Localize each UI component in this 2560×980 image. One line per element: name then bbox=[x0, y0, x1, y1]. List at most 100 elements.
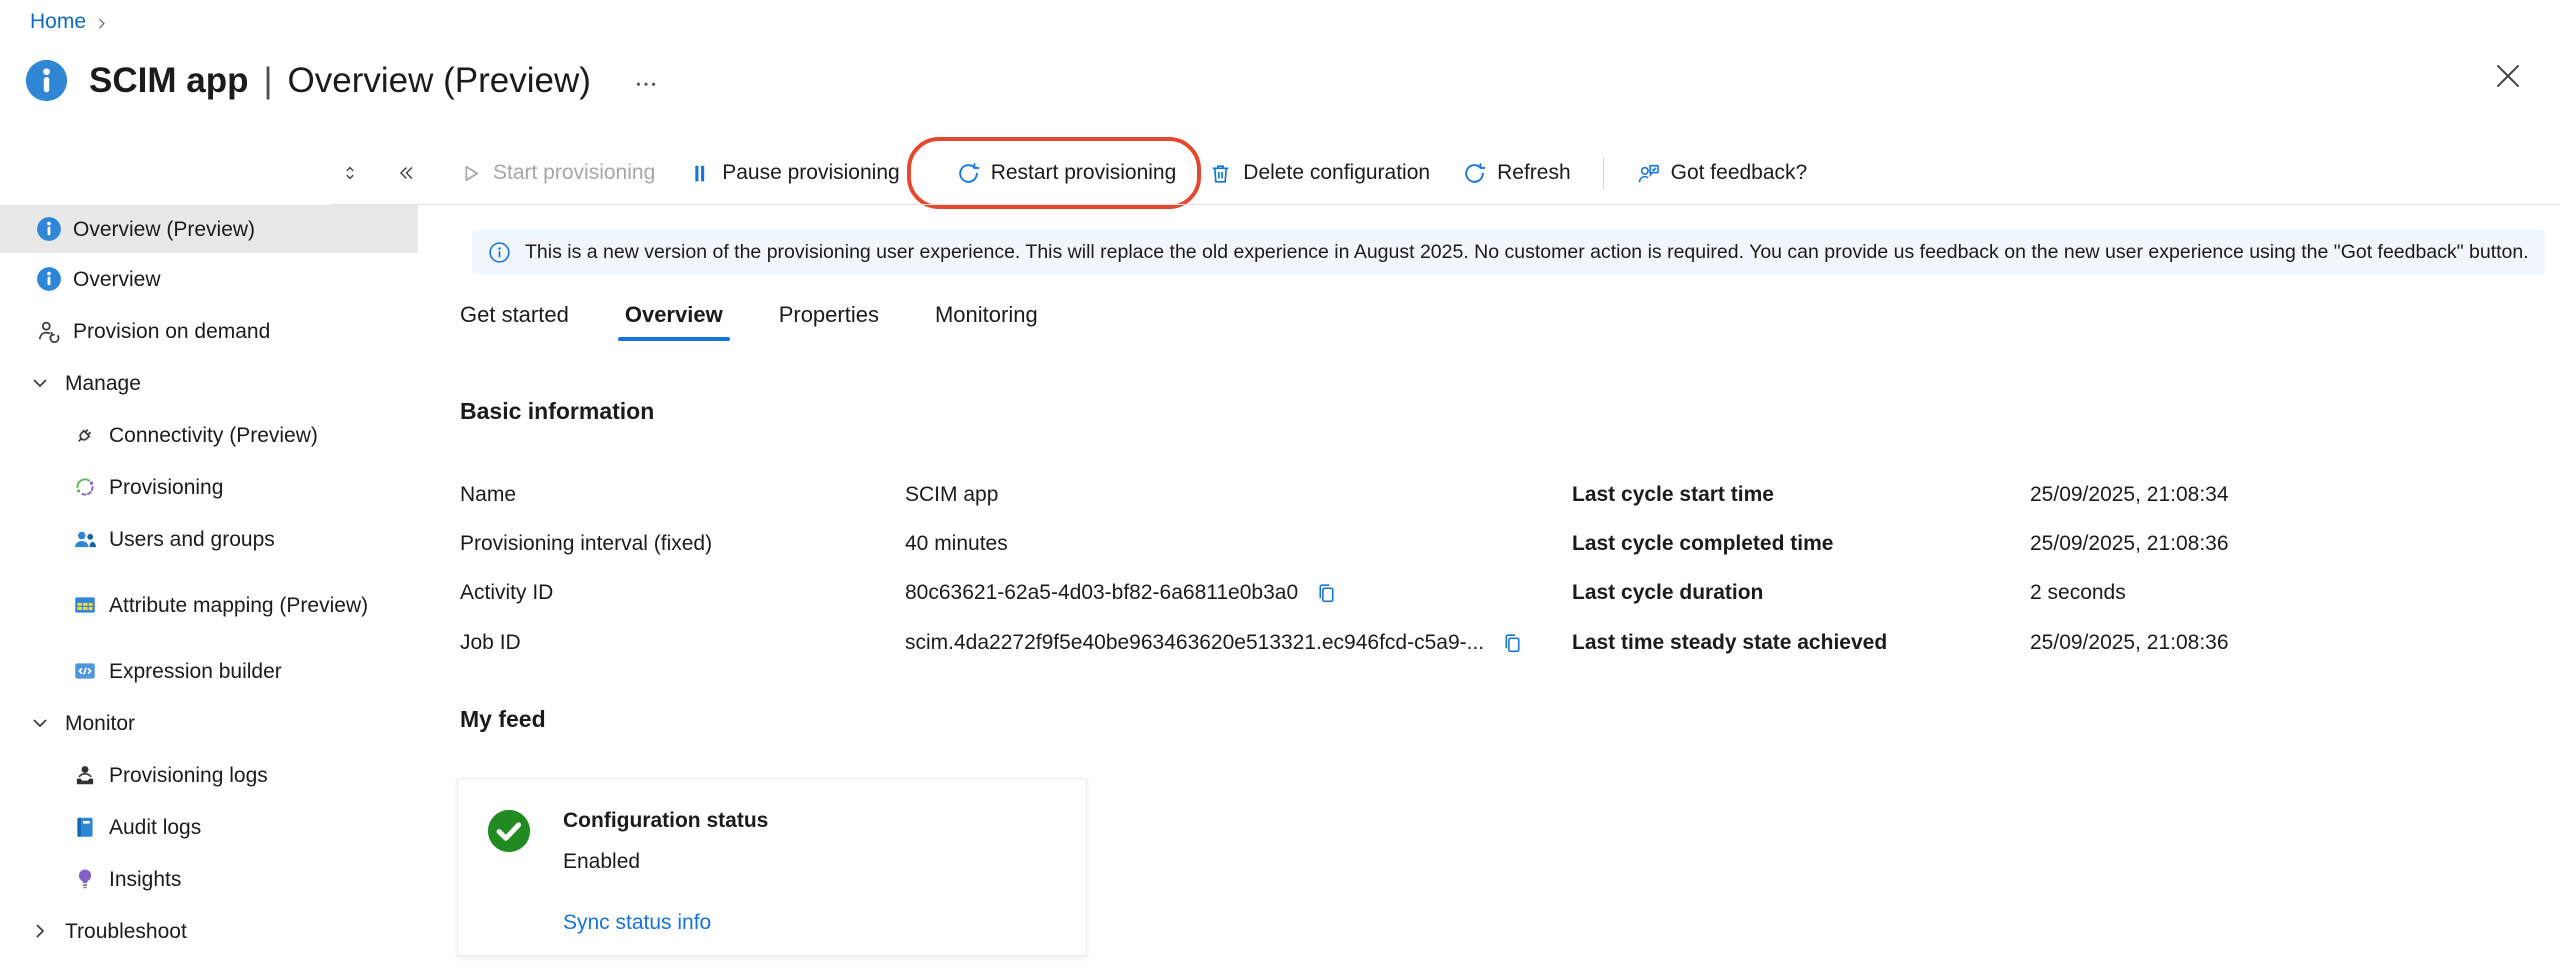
got-feedback-button[interactable]: Got feedback? bbox=[1620, 151, 1824, 195]
sidebar-item-label: Overview (Preview) bbox=[73, 216, 255, 243]
sidebar-item-provisioning-logs[interactable]: Provisioning logs bbox=[0, 749, 418, 801]
chevron-right-icon bbox=[28, 919, 52, 943]
resize-blade-button[interactable] bbox=[330, 153, 370, 193]
toolbar-divider bbox=[1603, 157, 1604, 189]
more-menu-button[interactable] bbox=[629, 64, 663, 98]
page-subtitle: Overview (Preview) bbox=[288, 61, 591, 101]
got-feedback-label: Got feedback? bbox=[1671, 161, 1808, 185]
info-icon bbox=[487, 240, 512, 265]
chevron-down-icon bbox=[28, 371, 52, 395]
title-divider: | bbox=[263, 61, 272, 101]
breadcrumb: Home bbox=[30, 10, 110, 34]
bulb-icon bbox=[72, 866, 98, 892]
sidebar-group-manage[interactable]: Manage bbox=[0, 357, 418, 409]
start-provisioning-label: Start provisioning bbox=[493, 161, 655, 185]
trash-icon bbox=[1208, 161, 1233, 186]
delete-configuration-label: Delete configuration bbox=[1243, 161, 1430, 185]
sidebar-item-label: Connectivity (Preview) bbox=[109, 422, 318, 449]
sidebar-group-label: Manage bbox=[65, 370, 141, 397]
refresh-button[interactable]: Refresh bbox=[1446, 151, 1587, 195]
pause-provisioning-button[interactable]: Pause provisioning bbox=[671, 151, 915, 195]
info-row: Last time steady state achieved 25/09/20… bbox=[1572, 628, 2229, 658]
info-label: Name bbox=[460, 483, 905, 507]
info-row: Last cycle start time 25/09/2025, 21:08:… bbox=[1572, 480, 2229, 510]
refresh-label: Refresh bbox=[1497, 161, 1571, 185]
sidebar-item-audit-logs[interactable]: Audit logs bbox=[0, 801, 418, 853]
double-chevron-left-icon bbox=[395, 162, 417, 184]
info-value: SCIM app bbox=[905, 483, 998, 507]
restart-provisioning-button[interactable]: Restart provisioning bbox=[940, 151, 1193, 195]
configuration-status-card[interactable]: Configuration status Enabled Sync status… bbox=[457, 778, 1087, 956]
sidebar-group-troubleshoot[interactable]: Troubleshoot bbox=[0, 905, 418, 957]
sidebar-item-label: Users and groups bbox=[109, 526, 275, 553]
sidebar-item-connectivity[interactable]: Connectivity (Preview) bbox=[0, 409, 418, 461]
delete-configuration-button[interactable]: Delete configuration bbox=[1192, 151, 1446, 195]
sidebar-item-label: Provisioning logs bbox=[109, 762, 268, 789]
provisioning-overview-page: Home SCIM app | Overview (Preview) bbox=[0, 0, 2560, 980]
sidebar-item-users-and-groups[interactable]: Users and groups bbox=[0, 513, 418, 565]
info-value: 25/09/2025, 21:08:34 bbox=[2030, 483, 2229, 507]
info-row: Name SCIM app bbox=[460, 480, 998, 510]
info-icon bbox=[36, 266, 62, 292]
command-bar: Start provisioning Pause provisioning Re… bbox=[330, 142, 1823, 204]
info-banner: This is a new version of the provisionin… bbox=[472, 230, 2545, 274]
tab-bar: Get started Overview Properties Monitori… bbox=[458, 296, 1040, 341]
collapse-menu-button[interactable] bbox=[386, 153, 426, 193]
sidebar-item-insights[interactable]: Insights bbox=[0, 853, 418, 905]
table-icon bbox=[72, 592, 98, 618]
my-feed-heading: My feed bbox=[460, 706, 546, 733]
breadcrumb-home-link[interactable]: Home bbox=[30, 10, 86, 34]
sidebar-group-label: Monitor bbox=[65, 710, 135, 737]
sidebar-item-overview[interactable]: Overview bbox=[0, 253, 418, 305]
sidebar-item-attribute-mapping[interactable]: Attribute mapping (Preview) bbox=[0, 565, 418, 645]
plug-icon bbox=[72, 422, 98, 448]
info-label: Activity ID bbox=[460, 581, 905, 605]
info-row: Job ID scim.4da2272f9f5e40be963463620e51… bbox=[460, 628, 1525, 658]
sidebar-item-label: Attribute mapping (Preview) bbox=[109, 592, 368, 619]
info-row: Last cycle completed time 25/09/2025, 21… bbox=[1572, 529, 2229, 559]
tab-get-started[interactable]: Get started bbox=[458, 296, 571, 341]
card-title: Configuration status bbox=[563, 809, 768, 833]
app-info-icon bbox=[24, 58, 69, 103]
info-label: Last time steady state achieved bbox=[1572, 631, 2030, 655]
success-check-icon bbox=[486, 808, 532, 854]
sidebar-item-provision-on-demand[interactable]: Provision on demand bbox=[0, 305, 418, 357]
sync-status-info-link[interactable]: Sync status info bbox=[563, 911, 711, 935]
info-label: Last cycle start time bbox=[1572, 483, 2030, 507]
sidebar-item-label: Insights bbox=[109, 866, 181, 893]
sidebar-item-provisioning[interactable]: Provisioning bbox=[0, 461, 418, 513]
info-row: Last cycle duration 2 seconds bbox=[1572, 578, 2126, 608]
info-icon bbox=[36, 216, 62, 242]
status-value: Enabled bbox=[563, 850, 640, 874]
pause-provisioning-label: Pause provisioning bbox=[722, 161, 899, 185]
info-value: 80c63621-62a5-4d03-bf82-6a6811e0b3a0 bbox=[905, 581, 1298, 605]
resize-icon bbox=[339, 162, 361, 184]
close-icon bbox=[2490, 58, 2526, 94]
close-blade-button[interactable] bbox=[2490, 58, 2526, 94]
tab-properties[interactable]: Properties bbox=[777, 296, 881, 341]
sidebar-item-overview-preview[interactable]: Overview (Preview) bbox=[0, 205, 418, 253]
people-icon bbox=[72, 526, 98, 552]
sidebar-item-label: Overview bbox=[73, 266, 161, 293]
restart-icon bbox=[956, 161, 981, 186]
notebook-icon bbox=[72, 814, 98, 840]
start-provisioning-button[interactable]: Start provisioning bbox=[442, 151, 671, 195]
info-value: 2 seconds bbox=[2030, 581, 2126, 605]
info-row: Provisioning interval (fixed) 40 minutes bbox=[460, 529, 1008, 559]
sidebar-item-expression-builder[interactable]: Expression builder bbox=[0, 645, 418, 697]
info-value: 40 minutes bbox=[905, 532, 1008, 556]
play-icon bbox=[458, 161, 483, 186]
info-label: Last cycle duration bbox=[1572, 581, 2030, 605]
tab-monitoring[interactable]: Monitoring bbox=[933, 296, 1040, 341]
sidebar-item-label: Provision on demand bbox=[73, 318, 270, 345]
pause-icon bbox=[687, 161, 712, 186]
tab-overview[interactable]: Overview bbox=[623, 296, 725, 341]
sidebar-group-monitor[interactable]: Monitor bbox=[0, 697, 418, 749]
info-label: Job ID bbox=[460, 631, 905, 655]
copy-icon[interactable] bbox=[1314, 581, 1339, 606]
page-title: SCIM app bbox=[89, 61, 248, 101]
copy-icon[interactable] bbox=[1500, 631, 1525, 656]
sidebar-item-label: Expression builder bbox=[109, 658, 282, 685]
sidebar-nav: Overview (Preview) Overview Provision on… bbox=[0, 205, 418, 957]
info-value: scim.4da2272f9f5e40be963463620e513321.ec… bbox=[905, 631, 1484, 655]
